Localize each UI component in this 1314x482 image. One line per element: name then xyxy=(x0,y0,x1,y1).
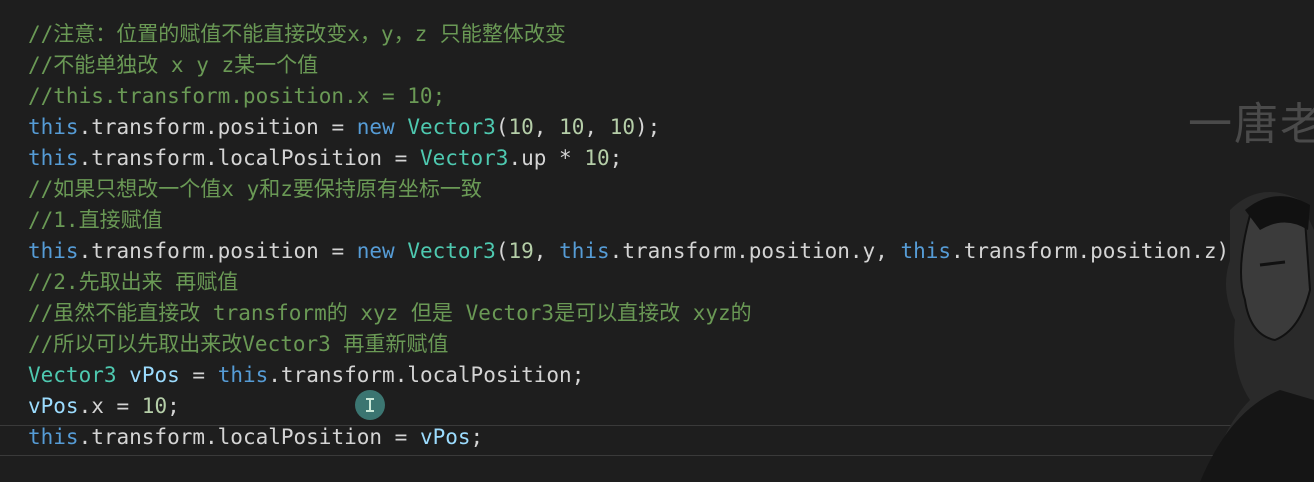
code-token: 10 xyxy=(609,115,635,139)
code-token: ; xyxy=(609,146,623,170)
code-editor[interactable]: //注意：位置的赋值不能直接改变x，y，z 只能整体改变 //不能单独改 x y … xyxy=(0,0,1314,482)
code-token: .transform.localPosition = xyxy=(78,425,420,449)
code-line[interactable]: vPos.x = 10; xyxy=(28,391,180,422)
code-token: 10 xyxy=(559,115,585,139)
code-token: vPos xyxy=(419,425,471,449)
code-token: this xyxy=(559,239,610,263)
code-line[interactable]: this.transform.position = new Vector3(19… xyxy=(28,236,1242,267)
code-token: this xyxy=(28,115,79,139)
code-token: //如果只想改一个值x y和z要保持原有坐标一致 xyxy=(28,177,482,201)
code-token: ( xyxy=(495,115,509,139)
code-token: .transform.position.y, xyxy=(609,239,901,263)
code-token: //注意：位置的赋值不能直接改变x，y，z 只能整体改变 xyxy=(28,22,566,46)
code-line[interactable]: //虽然不能直接改 transform的 xyz 但是 Vector3是可以直接… xyxy=(28,298,752,329)
code-token: new xyxy=(356,239,395,263)
code-token: this xyxy=(900,239,952,263)
code-line[interactable]: //this.transform.position.x = 10; xyxy=(28,81,445,112)
code-token: ( xyxy=(495,239,509,263)
code-token: .up * xyxy=(508,146,585,170)
code-token: , xyxy=(533,115,560,139)
code-token: 10 xyxy=(584,146,610,170)
code-token: this xyxy=(28,239,79,263)
code-token: 10 xyxy=(508,115,534,139)
watermark-text: 一唐老 xyxy=(1188,99,1314,150)
code-token: ); xyxy=(634,115,661,139)
code-token: Vector3 xyxy=(407,239,496,263)
code-token: .transform.localPosition = xyxy=(78,146,420,170)
code-token: //不能单独改 x y z某一个值 xyxy=(28,53,319,77)
presenter-figure xyxy=(1200,192,1314,482)
code-token: Vector3 xyxy=(419,146,509,170)
code-token: Vector3 xyxy=(28,363,117,387)
code-line[interactable]: this.transform.localPosition = vPos; xyxy=(28,422,483,453)
code-line[interactable]: //2.先取出来 再赋值 xyxy=(28,267,238,298)
code-token: .x = xyxy=(78,394,142,418)
code-token: //1.直接赋值 xyxy=(28,208,163,232)
code-line[interactable]: Vector3 vPos = this.transform.localPosit… xyxy=(28,360,584,391)
code-token: this xyxy=(217,363,269,387)
code-token: //虽然不能直接改 transform的 xyz 但是 Vector3是可以直接… xyxy=(28,301,752,325)
code-token: .transform.localPosition; xyxy=(268,363,585,387)
code-token: .transform.position = xyxy=(78,239,357,263)
code-token: //2.先取出来 再赋值 xyxy=(28,270,239,294)
code-token: .transform.position = xyxy=(78,115,357,139)
code-token: vPos xyxy=(28,394,79,418)
code-line[interactable]: //不能单独改 x y z某一个值 xyxy=(28,50,318,81)
code-line[interactable]: //1.直接赋值 xyxy=(28,205,163,236)
code-token: ; xyxy=(167,394,180,418)
code-token: new xyxy=(356,115,395,139)
code-token: = xyxy=(179,363,218,387)
code-token: Vector3 xyxy=(407,115,496,139)
code-token: this xyxy=(28,146,79,170)
code-line[interactable]: this.transform.localPosition = Vector3.u… xyxy=(28,143,622,174)
code-token: , xyxy=(533,239,560,263)
code-token: , xyxy=(584,115,610,139)
code-token: this xyxy=(28,425,79,449)
code-line[interactable]: //所以可以先取出来改Vector3 再重新赋值 xyxy=(28,329,448,360)
code-token: ; xyxy=(470,425,484,449)
code-line[interactable]: this.transform.position = new Vector3(10… xyxy=(28,112,660,143)
code-token: vPos xyxy=(129,363,180,387)
code-token: 10 xyxy=(141,394,168,418)
code-line[interactable]: //注意：位置的赋值不能直接改变x，y，z 只能整体改变 xyxy=(28,19,566,50)
code-token: //所以可以先取出来改Vector3 再重新赋值 xyxy=(28,332,449,356)
text-cursor-icon xyxy=(355,390,385,420)
code-token: 19 xyxy=(508,239,534,263)
code-line[interactable]: //如果只想改一个值x y和z要保持原有坐标一致 xyxy=(28,174,482,205)
code-token: //this.transform.position.x = 10; xyxy=(28,84,446,108)
